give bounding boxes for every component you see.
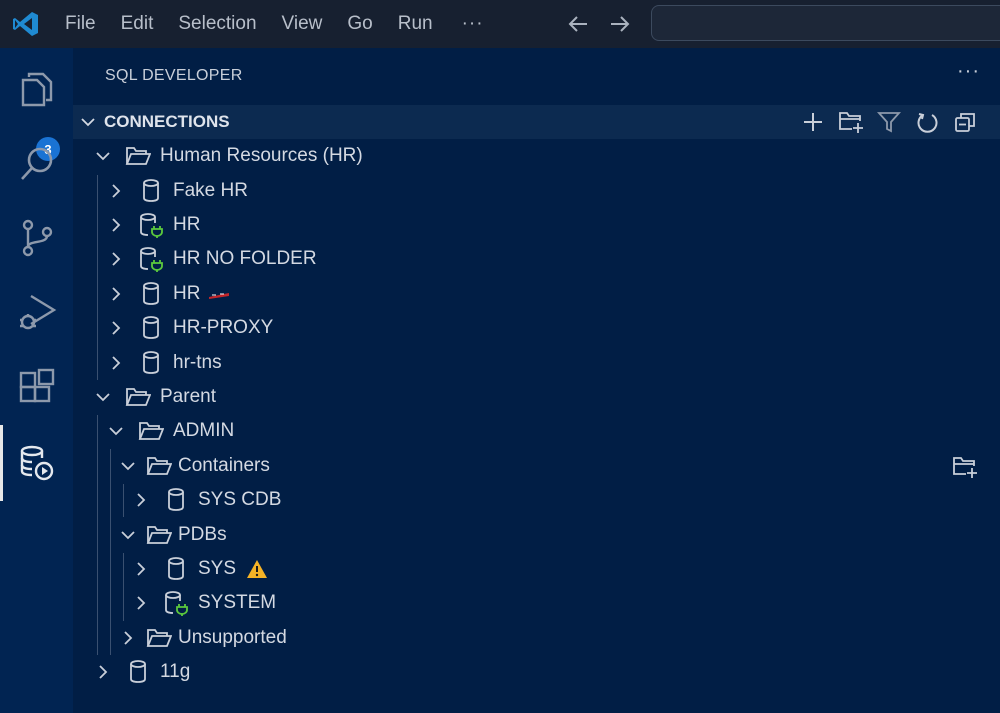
tree-folder-pdbs[interactable]: PDBs — [73, 517, 1000, 551]
database-connected-icon — [163, 590, 189, 617]
new-folder-icon[interactable] — [950, 454, 980, 480]
tree-label: Fake HR — [173, 179, 248, 201]
title-bar: File Edit Selection View Go Run ··· — [0, 0, 1000, 48]
chevron-down-icon — [95, 389, 111, 405]
tree-label: Human Resources (HR) — [160, 145, 363, 167]
database-icon — [125, 659, 151, 685]
tree-label: HR — [173, 282, 201, 304]
tree-label: ADMIN — [173, 420, 235, 442]
chevron-right-icon — [133, 595, 149, 611]
tree-label: SYS CDB — [198, 489, 282, 511]
run-debug-icon[interactable] — [0, 274, 73, 350]
source-control-icon[interactable] — [0, 200, 73, 276]
database-icon — [163, 556, 189, 582]
chevron-right-icon — [133, 492, 149, 508]
menu-more-icon[interactable]: ··· — [462, 13, 484, 35]
tree-folder-admin[interactable]: ADMIN — [73, 414, 1000, 448]
tree-connection-hr-connected[interactable]: HR — [73, 208, 1000, 242]
tree-connection-sys[interactable]: SYS — [73, 552, 1000, 586]
connections-section-header[interactable]: CONNECTIONS — [73, 105, 1000, 139]
tree-connection-hr-flag[interactable]: HR — [73, 277, 1000, 311]
tree-folder-containers[interactable]: Containers — [73, 449, 1000, 483]
explorer-icon[interactable] — [0, 51, 73, 127]
chevron-right-icon — [108, 217, 124, 233]
tree-label: Parent — [160, 385, 216, 407]
tree-label: HR NO FOLDER — [173, 248, 317, 270]
folder-open-icon — [146, 522, 172, 548]
tree-connection-hr-tns[interactable]: hr-tns — [73, 345, 1000, 379]
folder-open-icon — [146, 453, 172, 479]
menu-go[interactable]: Go — [347, 13, 372, 35]
sql-developer-icon[interactable] — [0, 425, 73, 501]
chevron-right-icon — [133, 561, 149, 577]
chevron-right-icon — [108, 286, 124, 302]
database-icon — [138, 350, 164, 376]
new-folder-icon[interactable] — [836, 107, 866, 137]
menu-run[interactable]: Run — [398, 13, 433, 35]
tree-label: PDBs — [178, 523, 227, 545]
chevron-down-icon — [120, 527, 136, 543]
tree-label: SYS — [198, 557, 237, 579]
menu-file[interactable]: File — [65, 13, 96, 35]
database-icon — [138, 281, 164, 307]
activity-bar: 3 — [0, 48, 73, 713]
command-center-search[interactable] — [651, 5, 1000, 41]
add-connection-icon[interactable] — [798, 107, 828, 137]
forward-arrow-icon[interactable] — [604, 8, 636, 40]
tree-label: Unsupported — [178, 626, 287, 648]
extensions-icon[interactable] — [0, 349, 73, 425]
tree-label: HR-PROXY — [173, 317, 274, 339]
tree-connection-sys-cdb[interactable]: SYS CDB — [73, 483, 1000, 517]
search-icon[interactable] — [0, 126, 73, 202]
chevron-down-icon — [80, 114, 100, 130]
folder-open-icon — [125, 384, 151, 410]
tree-connection-11g[interactable]: 11g — [73, 655, 1000, 689]
database-connected-icon — [138, 246, 164, 273]
chevron-right-icon — [120, 630, 136, 646]
chevron-down-icon — [108, 423, 124, 439]
tree-connection-hr-no-folder[interactable]: HR NO FOLDER — [73, 242, 1000, 276]
chevron-right-icon — [108, 355, 124, 371]
chevron-down-icon — [120, 458, 136, 474]
sql-developer-sidebar: SQL DEVELOPER ··· CONNECTIONS Human Reso… — [73, 48, 1000, 713]
tree-connection-system[interactable]: SYSTEM — [73, 586, 1000, 620]
tree-connection-hr-proxy[interactable]: HR-PROXY — [73, 311, 1000, 345]
tree-label: HR — [173, 213, 201, 235]
database-icon — [163, 487, 189, 513]
chevron-right-icon — [95, 664, 111, 680]
sidebar-more-icon[interactable]: ··· — [957, 60, 980, 83]
tree-folder-unsupported[interactable]: Unsupported — [73, 621, 1000, 655]
chevron-right-icon — [108, 251, 124, 267]
chevron-right-icon — [108, 183, 124, 199]
database-icon — [138, 315, 164, 341]
tree-label: 11g — [160, 661, 191, 683]
sidebar-title: SQL DEVELOPER — [105, 67, 243, 84]
back-arrow-icon[interactable] — [562, 8, 594, 40]
tree-label: Containers — [178, 454, 270, 476]
warning-icon — [246, 559, 268, 579]
refresh-icon[interactable] — [912, 107, 942, 137]
menu-edit[interactable]: Edit — [121, 13, 154, 35]
menu-view[interactable]: View — [282, 13, 323, 35]
folder-open-icon — [146, 625, 172, 651]
tree-label: SYSTEM — [198, 592, 277, 614]
connections-section-title: CONNECTIONS — [104, 112, 230, 131]
folder-open-icon — [125, 143, 151, 169]
vscode-logo-icon — [0, 0, 52, 48]
flag-icon — [208, 289, 230, 299]
tree-connection-fake-hr[interactable]: Fake HR — [73, 173, 1000, 207]
tree-folder-human-resources[interactable]: Human Resources (HR) — [73, 139, 1000, 173]
tree-label: hr-tns — [173, 351, 222, 373]
chevron-down-icon — [95, 148, 111, 164]
chevron-right-icon — [108, 320, 124, 336]
filter-icon[interactable] — [874, 107, 904, 137]
menu-selection[interactable]: Selection — [178, 13, 256, 35]
folder-open-icon — [138, 418, 164, 444]
database-connected-icon — [138, 212, 164, 238]
database-icon — [138, 178, 164, 204]
tree-folder-parent[interactable]: Parent — [73, 380, 1000, 414]
collapse-all-icon[interactable] — [950, 107, 980, 137]
